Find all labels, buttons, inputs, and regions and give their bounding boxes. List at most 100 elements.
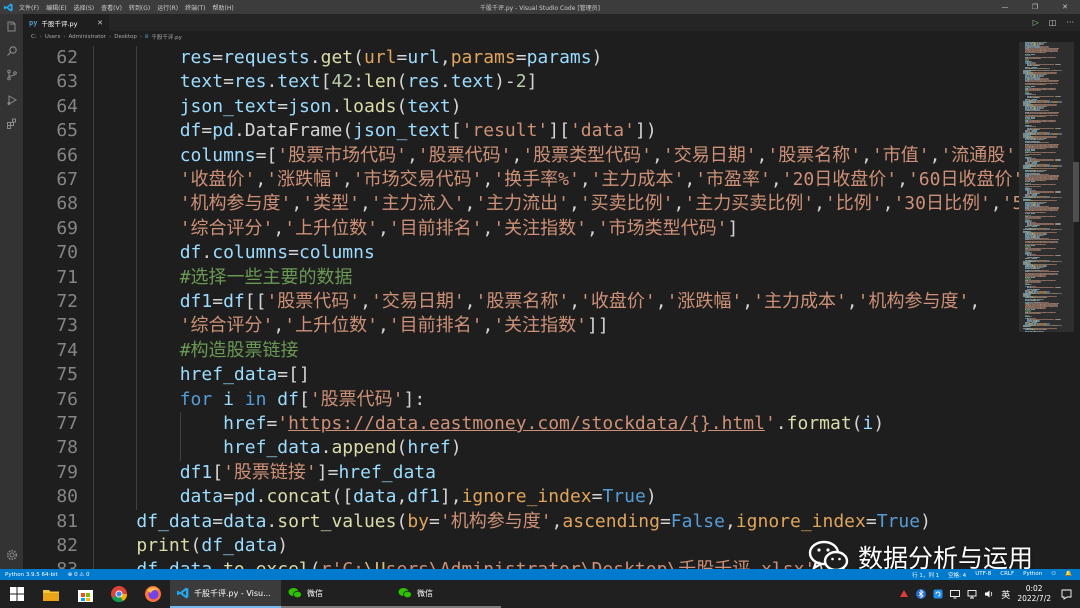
menu-file[interactable]: 文件(F) [19, 3, 39, 12]
code-line[interactable]: 62 res=requests.get(url=url,params=params… [23, 46, 1019, 71]
explorer-icon[interactable] [3, 18, 20, 35]
clock-time: 0:02 [1025, 584, 1043, 593]
code-line[interactable]: 69 '综合评分','上升位数','目前排名','关注指数','市场类型代码'] [23, 216, 1019, 242]
code-line[interactable]: 65 df=pd.DataFrame(json_text['result']['d… [23, 119, 1019, 144]
breadcrumb-users[interactable]: Users [45, 34, 60, 40]
code-line[interactable]: 68 '机构参与度','类型','主力流入','主力流出','买卖比例','主力买… [23, 192, 1019, 217]
taskbar-wechat-window[interactable]: 微信 [391, 580, 501, 608]
indent-guide [93, 192, 94, 217]
minimize-button[interactable]: — [990, 0, 1020, 14]
indent-guide [93, 558, 94, 569]
taskbar-wechat-window[interactable]: 微信 [281, 580, 391, 608]
chrome-icon[interactable] [102, 580, 136, 608]
code-line[interactable]: 79 df1['股票链接']=href_data [23, 460, 1019, 486]
code-line[interactable]: 73 '综合评分','上升位数','目前排名','关注指数']] [23, 314, 1019, 339]
code-line[interactable]: 72 df1=df[['股票代码','交易日期','股票名称','收盘价','涨跌… [23, 290, 1019, 315]
language-mode-status[interactable]: Python [1023, 571, 1042, 579]
code-token: = [212, 47, 224, 68]
menu-help[interactable]: 帮助(H) [212, 3, 233, 12]
code-token: res [179, 47, 213, 68]
code-token: = [212, 510, 224, 532]
line-number: 73 [56, 315, 78, 337]
line-number: 71 [56, 266, 78, 288]
notifications-bell-icon[interactable]: 🔔 [1065, 571, 1072, 579]
more-actions-icon[interactable]: ··· [1066, 18, 1074, 27]
encoding-status[interactable]: UTF-8 [975, 571, 991, 579]
code-token: data [353, 486, 397, 508]
input-method-indicator[interactable]: 英 [1001, 588, 1010, 601]
bluetooth-icon[interactable] [916, 589, 927, 599]
breadcrumb-administrator[interactable]: Administrator [69, 34, 107, 40]
windows-start-icon[interactable] [0, 580, 34, 608]
settings-gear-icon[interactable] [3, 546, 20, 563]
code-token: text [450, 71, 495, 93]
line-number: 63 [56, 71, 78, 93]
code-token: ]= [316, 461, 339, 483]
code-line[interactable]: 63 text=res.text[42:len(res.text)-2] [23, 70, 1019, 95]
close-window-button[interactable]: ✕ [1050, 0, 1080, 14]
vertical-scrollbar[interactable] [1072, 42, 1080, 569]
tab-close-icon[interactable]: ✕ [97, 19, 103, 27]
taskbar-vscode-window[interactable]: 千股千评.py - Visu... [170, 580, 281, 608]
code-line[interactable]: 80 data=pd.concat([data,df1],ignore_index… [23, 485, 1019, 510]
code-text: #选择一些主要的数据 [180, 266, 353, 290]
code-text: '综合评分','上升位数','目前排名','关注指数','市场类型代码'] [180, 217, 739, 241]
code-line[interactable]: 76 for i in df['股票代码']: [23, 387, 1019, 412]
scrollbar-thumb[interactable] [1073, 162, 1079, 222]
run-debug-icon[interactable] [3, 91, 20, 108]
breadcrumb-desktop[interactable]: Desktop [114, 34, 137, 40]
menu-edit[interactable]: 编辑(E) [46, 3, 66, 12]
code-editor[interactable]: 62 res=requests.get(url=url,params=params… [23, 42, 1019, 569]
minimap-viewport[interactable] [1019, 42, 1074, 332]
code-line[interactable]: 66 columns=['股票市场代码','股票代码','股票类型代码','交易日… [23, 143, 1019, 168]
code-token: , [377, 315, 389, 337]
code-line[interactable]: 70 df.columns=columns [23, 241, 1019, 266]
menu-view[interactable]: 查看(V) [101, 3, 122, 12]
taskbar-clock[interactable]: 0:02 2022/7/2 [1017, 584, 1051, 604]
code-line[interactable]: 77 href='https://data.eastmoney.com/stock… [23, 412, 1019, 437]
file-explorer-icon[interactable] [34, 580, 68, 608]
notification-center-icon[interactable] [1058, 580, 1074, 608]
tab-active-file[interactable]: py 千股千评.py ✕ [23, 14, 109, 31]
extensions-icon[interactable] [3, 115, 20, 132]
indentation-status[interactable]: 空格: 4 [948, 571, 966, 579]
breadcrumb-drive[interactable]: C: [31, 34, 37, 40]
display-icon[interactable] [950, 589, 961, 599]
sync-icon[interactable] [933, 589, 943, 599]
store-icon[interactable] [68, 580, 102, 608]
code-token: '股票市场代码' [277, 144, 407, 166]
line-ending-status[interactable]: CRLF [1000, 571, 1014, 579]
code-token: '机构参与度' [857, 291, 970, 312]
source-control-icon[interactable] [3, 66, 20, 83]
breadcrumb-file[interactable]: 千股千评.py [151, 33, 182, 41]
code-line[interactable]: 75 href_data=[] [23, 363, 1019, 388]
code-line[interactable]: 78 href_data.append(href) [23, 436, 1019, 461]
code-line[interactable]: 64 json_text=json.loads(text) [23, 94, 1019, 120]
network-icon[interactable] [967, 589, 977, 599]
menu-selection[interactable]: 选择(S) [74, 3, 95, 12]
code-line[interactable]: 71 #选择一些主要的数据 [23, 265, 1019, 290]
menu-run[interactable]: 运行(R) [157, 3, 178, 12]
firefox-icon[interactable] [136, 580, 170, 608]
line-number: 64 [56, 95, 78, 117]
feedback-icon[interactable]: ⚇ [1051, 571, 1056, 579]
code-line[interactable]: 67 '收盘价','涨跌幅','市场交易代码','换手率%','主力成本','市盈… [23, 168, 1019, 193]
code-token: params [526, 47, 592, 68]
code-line[interactable]: 74 #构造股票链接 [23, 338, 1019, 364]
code-token: data [179, 486, 224, 508]
python-interpreter-status[interactable]: Python 3.9.5 64-bit [5, 572, 58, 578]
search-icon[interactable] [3, 42, 20, 59]
line-number: 72 [56, 291, 78, 312]
split-editor-icon[interactable]: ◫ [1049, 18, 1057, 27]
code-token: ], [439, 486, 462, 508]
run-file-icon[interactable]: ▷ [1033, 18, 1039, 27]
menu-go[interactable]: 转到(G) [129, 3, 150, 12]
volume-icon[interactable] [984, 589, 994, 599]
code-line[interactable]: 81 df_data=data.sort_values(by='机构参与度',as… [23, 509, 1019, 534]
problems-status[interactable]: ⊗ 0 ⚠ 0 [68, 572, 90, 578]
maximize-button[interactable]: ❐ [1020, 0, 1050, 14]
tray-app-icon[interactable] [899, 589, 909, 599]
cursor-position-status[interactable]: 行 1，列 1 [912, 571, 939, 579]
code-token: '60日收盘价' [907, 169, 1019, 190]
menu-terminal[interactable]: 终端(T) [185, 3, 205, 12]
